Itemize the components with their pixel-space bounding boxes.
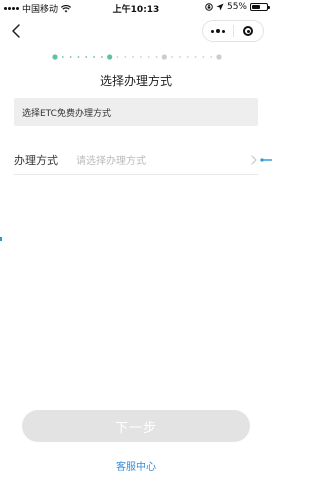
step-connector-dot: [77, 56, 80, 58]
step-connector-dot: [147, 56, 150, 58]
rotation-lock-icon: [205, 3, 213, 11]
step-connector-dot: [100, 56, 103, 58]
location-arrow-icon: [216, 3, 224, 11]
step-dot: [52, 54, 58, 60]
battery-percent: 55%: [226, 2, 247, 12]
step-connector-dot: [124, 56, 127, 58]
step-progress-track: [52, 54, 222, 60]
step-dot: [216, 54, 222, 60]
battery-icon: [250, 3, 270, 11]
step-connector-dot: [93, 56, 95, 58]
close-mini-program-button[interactable]: [234, 21, 264, 41]
step-connector-dot: [69, 56, 72, 58]
navigation-bar: [0, 16, 272, 46]
step-progress: [52, 54, 222, 60]
more-menu-button[interactable]: [203, 21, 233, 41]
mini-program-capsule: [202, 20, 264, 42]
customer-service-link[interactable]: 客服中心: [0, 458, 272, 473]
info-banner: 选择ETC免费办理方式: [14, 98, 258, 126]
step-connector-dot: [186, 56, 189, 58]
battery-level-fill: [252, 5, 260, 9]
next-step-button[interactable]: 下一步: [22, 410, 250, 442]
status-right: 55%: [205, 2, 270, 12]
step-connector-dot: [132, 56, 134, 58]
step-dot: [161, 54, 167, 60]
step-connector-dot: [194, 56, 197, 58]
step-connector-dot: [202, 56, 205, 58]
handling-method-label: 办理方式: [14, 153, 58, 167]
page-title: 选择办理方式: [99, 74, 172, 88]
target-close-icon: [243, 26, 254, 36]
step-connector-dot: [179, 56, 181, 58]
step-connector-dot: [171, 56, 174, 58]
chevron-right-icon: [251, 154, 257, 165]
edge-marker-right: [260, 158, 272, 162]
edge-marker-left: [0, 237, 2, 241]
step-connector-dot: [85, 56, 88, 58]
step-connector-dot: [116, 56, 119, 58]
step-connector-dot: [140, 56, 142, 58]
banner-text: 选择ETC免费办理方式: [22, 108, 111, 119]
back-button[interactable]: [8, 22, 26, 40]
step-connector-dot: [210, 56, 213, 58]
step-dot: [107, 54, 113, 60]
handling-method-placeholder: 请选择办理方式: [76, 156, 146, 167]
status-bar: 中国移动 上午10:13 55%: [0, 0, 272, 16]
step-connector-dot: [61, 56, 64, 58]
handling-method-selector[interactable]: 办理方式 请选择办理方式: [14, 145, 258, 175]
step-connector-dot: [155, 56, 158, 58]
